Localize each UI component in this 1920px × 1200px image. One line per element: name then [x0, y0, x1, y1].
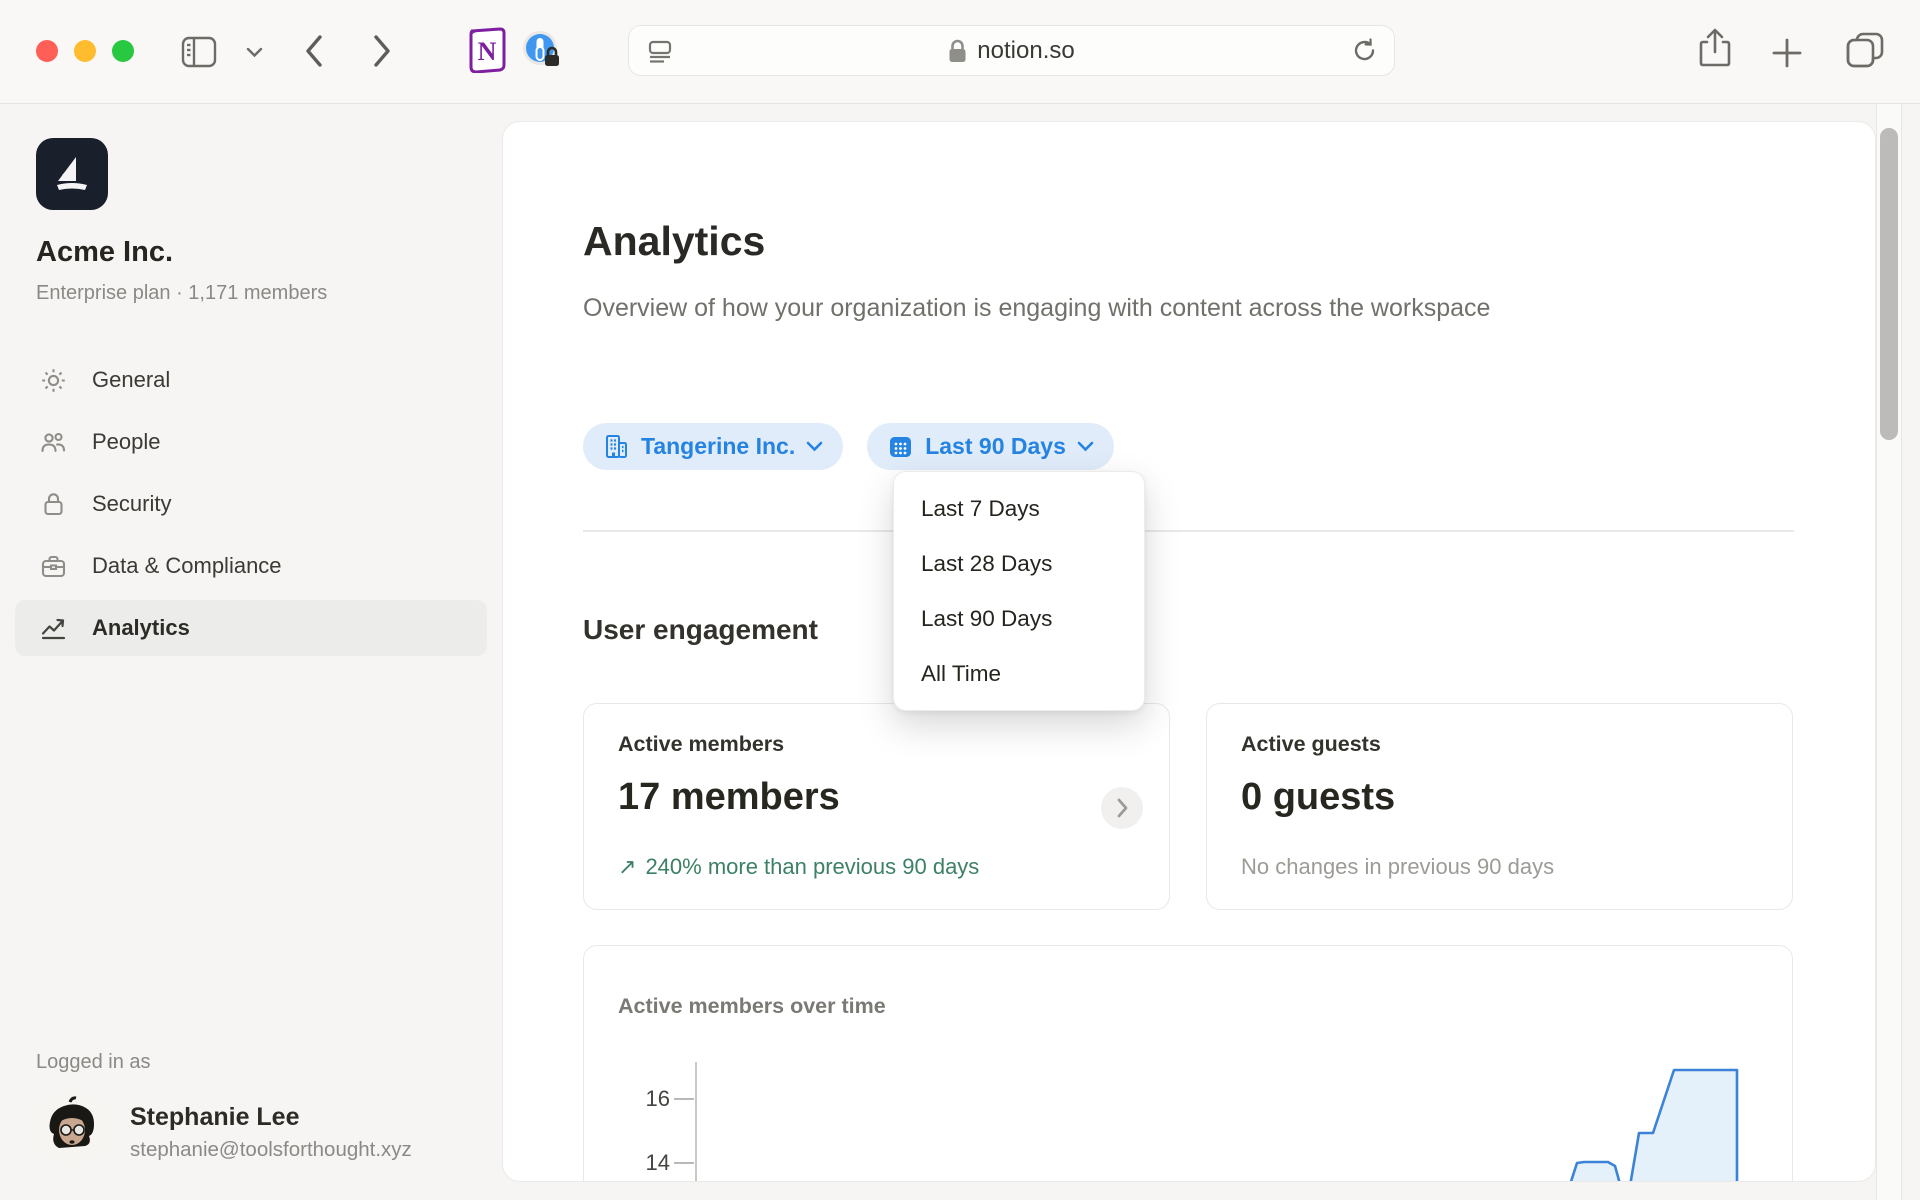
sidebar-item-data-compliance[interactable]: Data & Compliance [15, 538, 487, 594]
briefcase-icon [40, 553, 67, 580]
stat-delta: ↗ 240% more than previous 90 days [618, 854, 979, 880]
sidebar-item-label: Security [92, 491, 171, 517]
workspace-name: Acme Inc. [36, 236, 173, 269]
chevron-right-icon [1116, 797, 1129, 819]
gear-icon [40, 367, 67, 394]
user-email: stephanie@toolsforthought.xyz [130, 1138, 412, 1162]
calendar-icon [887, 433, 914, 460]
back-button-icon[interactable] [303, 33, 325, 69]
workspace-filter-label: Tangerine Inc. [641, 433, 795, 460]
card-detail-button[interactable] [1101, 787, 1143, 829]
new-tab-icon[interactable] [1771, 37, 1803, 69]
sidebar-item-label: Analytics [92, 615, 190, 641]
chart-title: Active members over time [618, 994, 886, 1019]
user-name: Stephanie Lee [130, 1103, 300, 1132]
ytick-16: 16 [622, 1086, 670, 1112]
date-range-menu: Last 7 Days Last 28 Days Last 90 Days Al… [893, 471, 1145, 711]
share-icon[interactable] [1697, 27, 1733, 71]
notion-extension-icon[interactable]: N [466, 27, 508, 73]
menu-item-last-7-days[interactable]: Last 7 Days [894, 481, 1144, 536]
tls-lock-icon [948, 39, 967, 63]
reload-icon[interactable] [1351, 37, 1378, 64]
tab-overview-icon[interactable] [1845, 31, 1885, 69]
stat-label: Active guests [1241, 732, 1381, 757]
url-text: notion.so [977, 37, 1074, 65]
stat-delta-text: 240% more than previous 90 days [645, 854, 979, 880]
avatar[interactable] [34, 1090, 110, 1166]
sidebar-item-label: Data & Compliance [92, 553, 282, 579]
stat-value: 0 guests [1241, 776, 1395, 819]
browser-toolbar: N notion.so [0, 0, 1920, 104]
page-description: Overview of how your organization is eng… [583, 288, 1533, 329]
sidebar-item-general[interactable]: General [15, 352, 487, 408]
section-divider [583, 530, 1794, 532]
stat-cards-row: Active members 17 members ↗ 240% more th… [583, 703, 1793, 910]
menu-item-all-time[interactable]: All Time [894, 646, 1144, 701]
page-title: Analytics [583, 218, 765, 265]
analytics-panel: Analytics Overview of how your organizat… [502, 121, 1876, 1182]
menu-item-last-90-days[interactable]: Last 90 Days [894, 591, 1144, 646]
area-chart [697, 1062, 1796, 1182]
sidebar-item-label: People [92, 429, 161, 455]
ytick-14: 14 [622, 1150, 670, 1176]
chevron-down-icon [1077, 441, 1094, 452]
active-members-chart-card: Active members over time 16 14 [583, 945, 1793, 1182]
sidebar-item-people[interactable]: People [15, 414, 487, 470]
zoom-window-button[interactable] [112, 40, 134, 62]
address-bar[interactable]: notion.so [628, 25, 1395, 76]
toolbar-chevron-down-icon[interactable] [246, 47, 263, 58]
chevron-down-icon [806, 441, 823, 452]
user-engagement-title: User engagement [583, 614, 818, 646]
workspace-filter-pill[interactable]: Tangerine Inc. [583, 423, 843, 470]
trend-chart-icon [40, 615, 67, 642]
sidebar-item-security[interactable]: Security [15, 476, 487, 532]
traffic-lights [36, 40, 134, 62]
logged-in-label: Logged in as [36, 1051, 151, 1074]
sidebar-item-analytics[interactable]: Analytics [15, 600, 487, 656]
scrollbar-thumb[interactable] [1880, 128, 1898, 440]
active-guests-card[interactable]: Active guests 0 guests No changes in pre… [1206, 703, 1793, 910]
workspace-meta: Enterprise plan · 1,171 members [36, 282, 327, 305]
settings-sidebar: Acme Inc. Enterprise plan · 1,171 member… [0, 104, 502, 1200]
close-window-button[interactable] [36, 40, 58, 62]
lock-icon [40, 491, 67, 518]
sidebar-item-label: General [92, 367, 170, 393]
workspace-logo [36, 138, 108, 210]
filter-row: Tangerine Inc. Last 90 Days [583, 423, 1114, 470]
menu-item-last-28-days[interactable]: Last 28 Days [894, 536, 1144, 591]
sailboat-icon [49, 151, 95, 197]
stat-label: Active members [618, 732, 784, 757]
ytick-mark [674, 1162, 694, 1164]
people-icon [40, 429, 67, 456]
stat-delta: No changes in previous 90 days [1241, 854, 1554, 880]
svg-text:N: N [478, 37, 497, 66]
minimize-window-button[interactable] [74, 40, 96, 62]
stat-value: 17 members [618, 776, 840, 819]
building-icon [603, 433, 630, 460]
forward-button-icon[interactable] [371, 33, 393, 69]
date-range-filter-label: Last 90 Days [925, 433, 1066, 460]
active-members-card[interactable]: Active members 17 members ↗ 240% more th… [583, 703, 1170, 910]
trend-up-icon: ↗ [618, 854, 636, 880]
onepassword-extension-icon[interactable] [521, 29, 563, 71]
sidebar-nav: General People Security [0, 352, 502, 662]
date-range-filter-pill[interactable]: Last 90 Days [867, 423, 1114, 470]
ytick-mark [674, 1098, 694, 1100]
sidebar-toggle-icon[interactable] [181, 36, 217, 68]
